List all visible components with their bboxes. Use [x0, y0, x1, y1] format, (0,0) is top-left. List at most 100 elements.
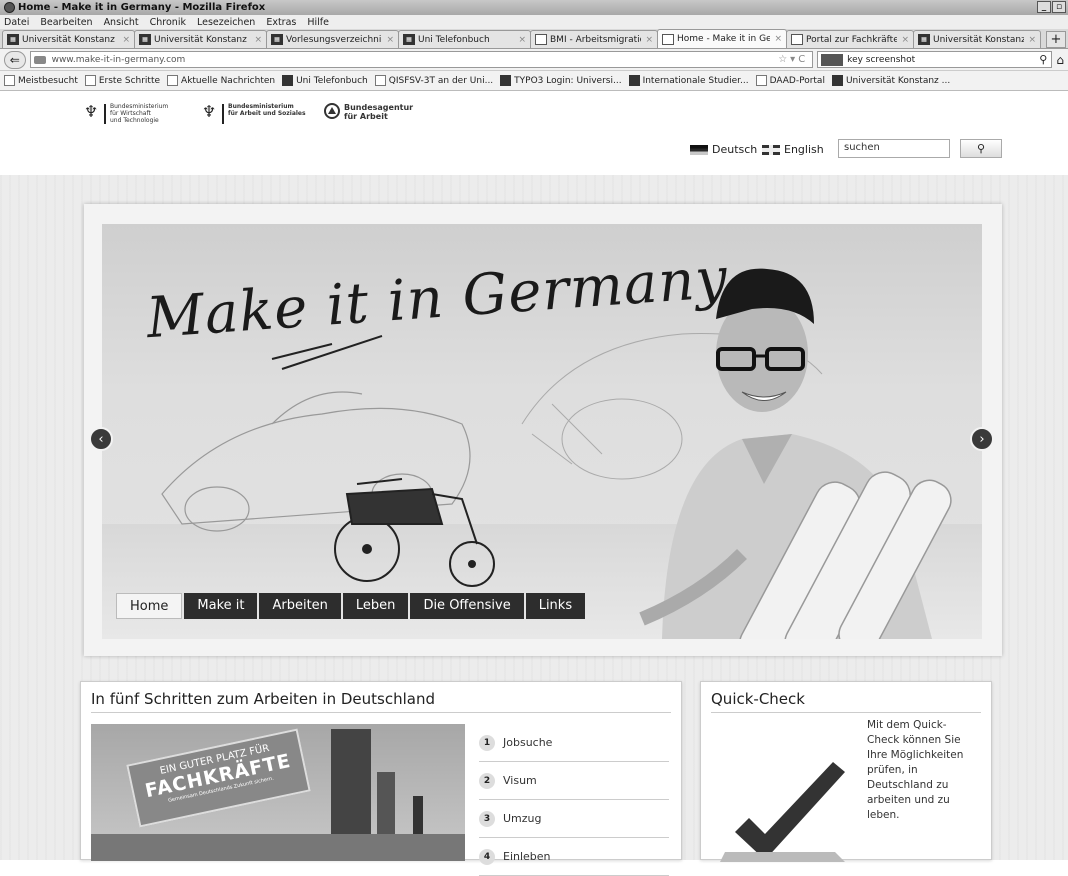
bookmark-item[interactable]: DAAD-Portal: [755, 75, 825, 86]
bookmark-star-icon[interactable]: ☆▾C: [778, 54, 808, 65]
hero-banner: Make it in Germany: [102, 224, 982, 639]
quick-check-title[interactable]: Quick-Check: [701, 682, 991, 712]
search-engine-icon[interactable]: [821, 53, 844, 66]
search-icon: ⚲: [976, 142, 986, 155]
menu-ansicht[interactable]: Ansicht: [104, 17, 139, 28]
url-text: www.make-it-in-germany.com: [51, 54, 186, 65]
make-it-favicon-icon: [662, 33, 674, 45]
browser-tab[interactable]: BMI - Arbeitsmigration ×: [530, 30, 658, 48]
bookmark-item[interactable]: Internationale Studier...: [628, 75, 749, 86]
slider-prev-button[interactable]: ‹: [89, 427, 113, 451]
fachkraefte-image[interactable]: EIN GUTER PLATZ FÜR FACHKRÄFTE Gemeinsam…: [91, 724, 465, 861]
main-navigation: Home Make it Arbeiten Leben Die Offensiv…: [116, 593, 587, 619]
new-tab-button[interactable]: +: [1046, 31, 1066, 48]
menu-extras[interactable]: Extras: [266, 17, 296, 28]
search-icon[interactable]: ⚲: [1039, 53, 1047, 66]
window-controls: _ ▫: [1037, 1, 1066, 13]
quick-check-panel: Quick-Check Mit dem Quick-Check können S…: [700, 681, 992, 862]
back-button[interactable]: ⇐: [4, 50, 26, 69]
eagle-favicon-icon: [791, 34, 803, 45]
site-header: ♆ Bundesministerium für Wirtschaft und Tec…: [0, 91, 1068, 175]
bundesagentur-logo-icon: [324, 103, 340, 119]
step-item[interactable]: 1 Jobsuche: [479, 724, 669, 762]
bookmark-item[interactable]: Universität Konstanz ...: [831, 75, 950, 86]
bookmark-icon: [84, 75, 96, 86]
bookmark-icon: [374, 75, 386, 86]
close-tab-icon[interactable]: ×: [254, 35, 262, 45]
browser-tab[interactable]: ▦ Uni Telefonbuch ×: [398, 30, 531, 48]
nav-die-offensive[interactable]: Die Offensive: [410, 593, 524, 619]
step-item[interactable]: 2 Visum: [479, 762, 669, 800]
step-item[interactable]: 3 Umzug: [479, 800, 669, 838]
home-icon[interactable]: ⌂: [1056, 53, 1064, 67]
university-favicon-icon: ▦: [271, 34, 283, 45]
bookmark-item[interactable]: Uni Telefonbuch: [282, 75, 368, 86]
browser-tab[interactable]: ▦ Universität Konstanz | ×: [2, 30, 135, 48]
bookmark-item[interactable]: QISFSV-3T an der Uni...: [374, 75, 493, 86]
close-tab-icon[interactable]: ×: [901, 35, 909, 45]
language-deutsch[interactable]: Deutsch: [690, 143, 757, 156]
minimize-icon[interactable]: _: [1037, 1, 1051, 13]
federal-eagle-icon: ♆: [201, 102, 217, 121]
close-tab-icon[interactable]: ×: [1028, 35, 1036, 45]
language-english[interactable]: English: [762, 143, 824, 156]
nav-home[interactable]: Home: [116, 593, 183, 619]
site-search-input[interactable]: suchen: [838, 139, 950, 158]
bookmark-item[interactable]: Erste Schritte: [84, 75, 160, 86]
close-tab-icon[interactable]: ×: [774, 34, 782, 44]
browser-tab[interactable]: ▦ Vorlesungsverzeichni... ×: [266, 30, 399, 48]
steps-title: In fünf Schritten zum Arbeiten in Deutsc…: [91, 690, 435, 708]
bookmark-icon: [4, 75, 15, 86]
eagle-favicon-icon: [535, 34, 547, 45]
university-favicon-icon: [282, 75, 294, 86]
logo-bundesagentur[interactable]: Bundesagentur für Arbeit: [324, 103, 413, 121]
browser-tab[interactable]: Portal zur Fachkräfte... ×: [786, 30, 914, 48]
bookmark-item[interactable]: Meistbesucht: [4, 75, 78, 86]
slider-next-button[interactable]: ›: [970, 427, 994, 451]
menu-chronik[interactable]: Chronik: [150, 17, 186, 28]
close-tab-icon[interactable]: ×: [518, 35, 526, 45]
university-favicon-icon: ▦: [139, 34, 151, 45]
university-favicon-icon: [500, 75, 512, 86]
menu-bearbeiten[interactable]: Bearbeiten: [40, 17, 92, 28]
nav-arbeiten[interactable]: Arbeiten: [259, 593, 341, 619]
menu-hilfe[interactable]: Hilfe: [307, 17, 329, 28]
close-tab-icon[interactable]: ×: [645, 35, 653, 45]
fachkraefte-sign: EIN GUTER PLATZ FÜR FACHKRÄFTE Gemeinsam…: [126, 728, 311, 828]
tab-bar: ▦ Universität Konstanz | × ▦ Universität Ko…: [0, 29, 1068, 49]
bookmark-item[interactable]: TYPO3 Login: Universi...: [500, 75, 622, 86]
browser-search-box[interactable]: key screenshot ⚲: [817, 51, 1053, 68]
web-page: ♆ Bundesministerium für Wirtschaft und Tec…: [0, 91, 1068, 876]
menu-datei[interactable]: Datei: [4, 17, 29, 28]
university-favicon-icon: ▦: [918, 34, 930, 45]
restore-icon[interactable]: ▫: [1052, 1, 1066, 13]
browser-tab[interactable]: ▦Universität Konstanz ...×: [913, 30, 1041, 48]
step-item[interactable]: 4 Einleben: [479, 838, 669, 876]
logo-bmwi[interactable]: ♆ Bundesministerium für Wirtschaft und Tec…: [82, 103, 168, 124]
steps-list: 1 Jobsuche 2 Visum 3 Umzug 4 Einleben: [479, 724, 669, 876]
bookmark-item[interactable]: Aktuelle Nachrichten: [167, 75, 275, 86]
university-favicon-icon: [831, 75, 843, 86]
site-identity-icon[interactable]: [33, 55, 46, 64]
nav-links[interactable]: Links: [525, 593, 586, 619]
browser-tab-active[interactable]: Home - Make it in Ger...×: [657, 29, 787, 48]
menu-bar: Datei Bearbeiten Ansicht Chronik Lesezei…: [0, 15, 1068, 29]
german-flag-icon: [690, 144, 708, 155]
navigation-bar: ⇐ www.make-it-in-germany.com ☆▾C key scr…: [0, 49, 1068, 71]
window-title: Home - Make it in Germany - Mozilla Fire…: [18, 2, 266, 13]
rss-icon: [167, 75, 179, 86]
quick-check-text: Mit dem Quick-Check können Sie Ihre Mögl…: [867, 719, 964, 821]
logo-bmas[interactable]: ♆ Bundesministerium für Arbeit und Sozial…: [200, 103, 306, 124]
url-bar[interactable]: www.make-it-in-germany.com ☆▾C: [29, 51, 814, 68]
steps-panel: In fünf Schritten zum Arbeiten in Deutsc…: [80, 681, 682, 876]
nav-leben[interactable]: Leben: [342, 593, 409, 619]
nav-make-it[interactable]: Make it: [184, 593, 258, 619]
firefox-icon: [4, 2, 15, 13]
uk-flag-icon: [762, 144, 780, 155]
close-tab-icon[interactable]: ×: [122, 35, 130, 45]
site-search-button[interactable]: ⚲: [960, 139, 1002, 158]
menu-lesezeichen[interactable]: Lesezeichen: [197, 17, 255, 28]
close-tab-icon[interactable]: ×: [386, 35, 394, 45]
chevron-right-icon: ›: [979, 432, 985, 447]
browser-tab[interactable]: ▦ Universität Konstanz | ×: [134, 30, 267, 48]
